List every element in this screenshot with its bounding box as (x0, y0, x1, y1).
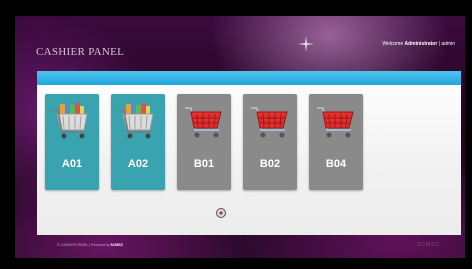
register-tile-a02[interactable]: A02 (111, 94, 165, 190)
footer-brand-mark: SCMSC (416, 242, 440, 248)
register-label: A02 (127, 158, 149, 170)
monitor-frame: CASHIER PANEL Welcome Administrator | ad… (0, 0, 472, 269)
sparkle-icon (298, 36, 314, 52)
register-tile-a01[interactable]: A01 (45, 94, 99, 190)
empty-cart-icon (185, 107, 222, 138)
mouse-cursor-icon (216, 208, 226, 218)
panel-header-bar (37, 71, 461, 85)
footer-copyright: © CASHIER PANEL | Powered by SCMSC (57, 243, 123, 247)
welcome-bar: Welcome Administrator | admin (382, 41, 455, 47)
full-cart-icon (119, 102, 154, 139)
app-screen: CASHIER PANEL Welcome Administrator | ad… (15, 16, 465, 258)
register-label: B01 (193, 158, 215, 170)
welcome-separator: | (438, 41, 440, 47)
app-title: CASHIER PANEL (36, 46, 125, 58)
register-label: B04 (325, 158, 347, 170)
register-tile-b04[interactable]: B04 (309, 94, 363, 190)
empty-cart-icon (317, 107, 354, 138)
powered-by-brand[interactable]: SCMSC (111, 243, 124, 247)
empty-cart-icon (251, 107, 288, 138)
copyright-text: © CASHIER PANEL | Powered by (57, 243, 110, 247)
logout-link[interactable]: admin (441, 41, 455, 47)
register-label: B02 (259, 158, 281, 170)
user-name: Administrator (404, 41, 438, 47)
register-tile-b01[interactable]: B01 (177, 94, 231, 190)
register-label: A01 (61, 158, 83, 170)
register-tile-b02[interactable]: B02 (243, 94, 297, 190)
welcome-text: Welcome (382, 41, 404, 47)
full-cart-icon (53, 102, 88, 139)
